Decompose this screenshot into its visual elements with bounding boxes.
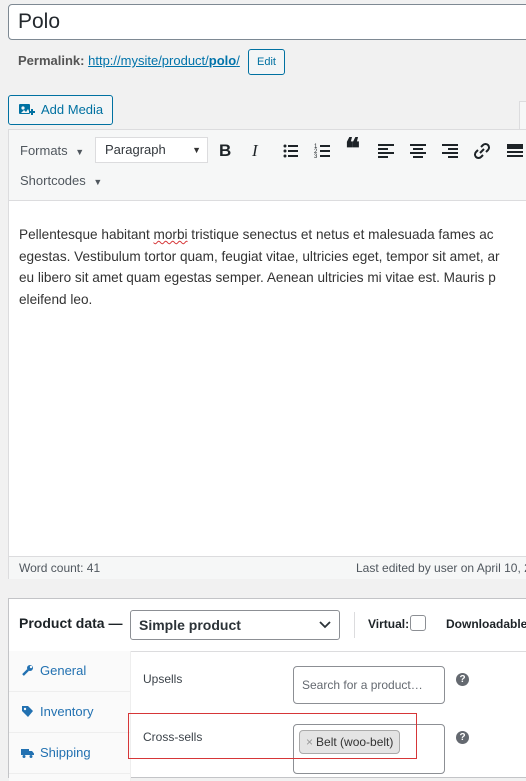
- content-line: Pellentesque habitant morbi tristique se…: [19, 224, 526, 246]
- tab-label: General: [40, 663, 87, 678]
- permalink-trailing: /: [236, 53, 240, 68]
- content-line: eu libero sit amet quam egestas semper. …: [19, 270, 496, 285]
- post-title-input[interactable]: Polo: [8, 4, 526, 40]
- permalink-label: Permalink:: [18, 53, 85, 68]
- italic-icon[interactable]: I: [252, 141, 266, 161]
- content-line: eleifend leo.: [19, 291, 93, 307]
- tab-shipping[interactable]: Shipping: [9, 733, 130, 774]
- virtual-label: Virtual:: [368, 617, 410, 631]
- align-center-icon[interactable]: [408, 141, 428, 161]
- help-icon[interactable]: ?: [456, 731, 469, 744]
- shortcodes-menu[interactable]: Shortcodes ▼: [20, 173, 102, 188]
- product-data-title: Product data —: [19, 615, 123, 631]
- add-media-button[interactable]: Add Media: [8, 95, 113, 125]
- block-format-select[interactable]: Paragraph ▼: [95, 137, 208, 163]
- toolbar-toggle-icon[interactable]: [505, 141, 525, 161]
- permalink-slug: polo: [208, 53, 237, 68]
- permalink-link[interactable]: http://mysite/product/polo/: [88, 53, 240, 68]
- block-format-value: Paragraph: [105, 142, 166, 157]
- add-media-label: Add Media: [41, 102, 104, 117]
- header-divider: [354, 612, 355, 638]
- last-edited: Last edited by user on April 10, 2: [356, 561, 526, 575]
- tab-label: Inventory: [40, 704, 94, 719]
- select-caret-icon: ▼: [192, 145, 201, 155]
- chevron-down-icon: [319, 621, 331, 629]
- formats-label: Formats: [20, 143, 68, 158]
- formats-menu[interactable]: Formats ▼: [20, 143, 84, 158]
- content-line: egestas. Vestibulum tortor quam, feugiat…: [19, 248, 500, 264]
- shortcodes-caret-icon: ▼: [93, 177, 103, 187]
- align-right-icon[interactable]: [440, 141, 460, 161]
- link-icon[interactable]: [472, 141, 492, 161]
- upsells-label: Upsells: [143, 672, 183, 686]
- blockquote-icon[interactable]: ❝: [345, 135, 360, 165]
- upsells-search-input[interactable]: Search for a product…: [293, 666, 445, 704]
- content-text: Pellentesque habitant: [19, 227, 154, 242]
- editor-content[interactable]: Pellentesque habitant morbi tristique se…: [19, 224, 526, 310]
- downloadable-label: Downloadable:: [446, 617, 526, 631]
- product-type-select[interactable]: Simple product: [130, 610, 340, 640]
- virtual-checkbox[interactable]: [410, 615, 426, 631]
- tab-general[interactable]: General: [9, 651, 130, 692]
- content-text: tristique senectus et netus et malesuada…: [187, 227, 494, 242]
- word-count: Word count: 41: [19, 561, 101, 575]
- product-data-tabs: General Inventory Shipping: [9, 651, 131, 781]
- permalink-base: http://mysite/product/: [88, 53, 209, 68]
- edit-permalink-button[interactable]: Edit: [248, 49, 285, 75]
- shortcodes-label: Shortcodes: [20, 173, 86, 188]
- numbered-list-icon[interactable]: 1 2 3: [313, 141, 333, 161]
- add-media-icon: [19, 104, 35, 115]
- permalink-row: Permalink: http://mysite/product/polo/: [18, 51, 240, 73]
- product-type-value: Simple product: [139, 617, 241, 633]
- svg-text:3: 3: [314, 154, 318, 160]
- help-icon[interactable]: ?: [456, 673, 469, 686]
- tag-icon: [22, 706, 33, 717]
- editor-mode-tab[interactable]: [519, 101, 526, 129]
- bold-icon[interactable]: B: [219, 141, 235, 161]
- tab-label: Shipping: [40, 745, 91, 760]
- misspelled-word: morbi: [153, 227, 188, 242]
- truck-icon: [21, 749, 34, 758]
- highlight-annotation: [128, 713, 417, 759]
- formats-caret-icon: ▼: [75, 147, 85, 157]
- bullet-list-icon[interactable]: [281, 141, 301, 161]
- tab-inventory[interactable]: Inventory: [9, 692, 130, 733]
- align-left-icon[interactable]: [376, 141, 396, 161]
- wrench-icon: [22, 665, 33, 676]
